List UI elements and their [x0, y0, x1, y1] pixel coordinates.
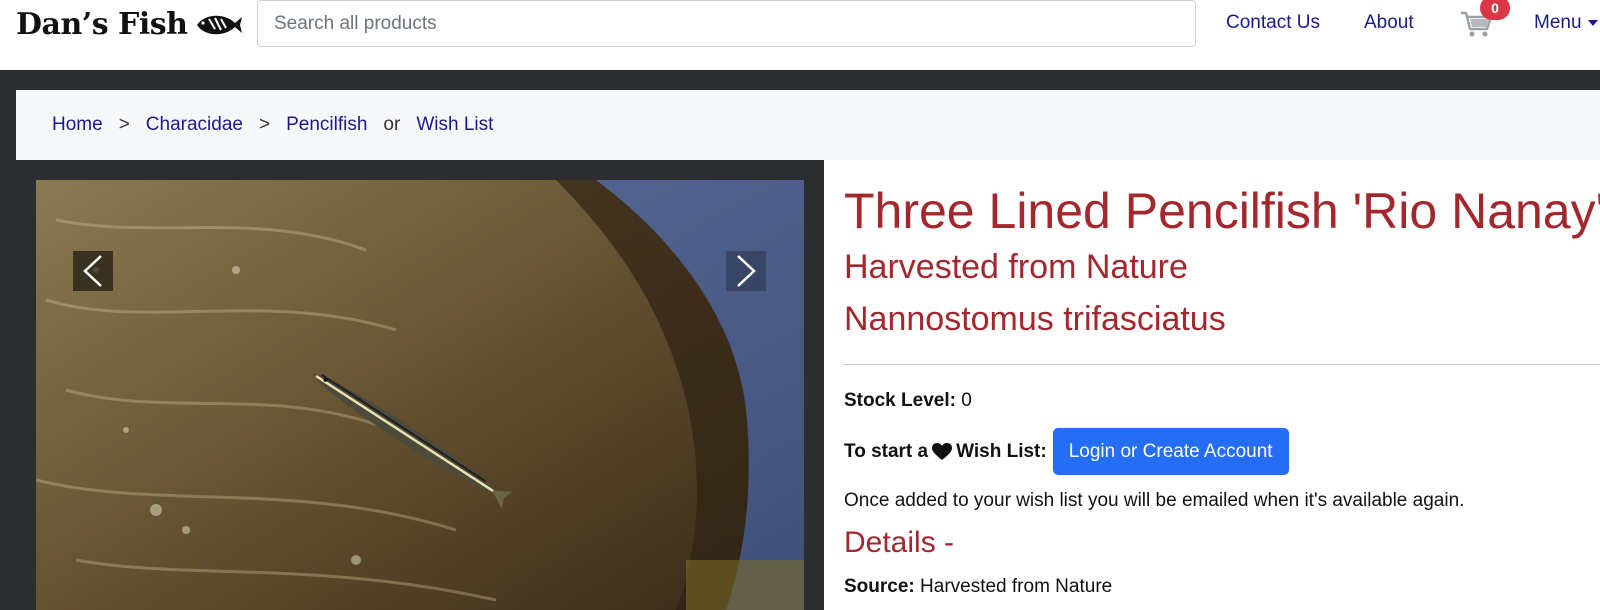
breadcrumb-wishlist[interactable]: Wish List — [416, 114, 493, 136]
carousel-next-button[interactable] — [726, 251, 766, 291]
chevron-left-icon — [83, 255, 102, 287]
breadcrumb-characidae[interactable]: Characidae — [146, 114, 243, 136]
chevron-right-icon — [737, 255, 756, 287]
breadcrumb-separator: > — [118, 114, 130, 135]
menu-label: Menu — [1534, 12, 1582, 33]
search-input[interactable] — [257, 0, 1196, 47]
breadcrumb-pencilfish[interactable]: Pencilfish — [286, 114, 367, 136]
breadcrumb-or-text: or — [383, 114, 401, 135]
brand-logo[interactable]: Dan’s Fish — [16, 4, 243, 44]
wishlist-row: To start a Wish List: Login or Create Ac… — [844, 428, 1289, 475]
wish-prefix: To start a — [844, 440, 929, 462]
heart-icon — [932, 442, 953, 460]
product-title: Three Lined Pencilfish 'Rio Nanay' — [844, 183, 1600, 239]
breadcrumb-separator: > — [258, 114, 271, 135]
breadcrumb: Home > Characidae > Pencilfish or Wish L… — [52, 114, 493, 136]
nav-menu-dropdown[interactable]: Menu — [1534, 12, 1598, 34]
source-value: Harvested from Nature — [920, 576, 1113, 597]
divider — [844, 364, 1600, 365]
product-details-panel: Three Lined Pencilfish 'Rio Nanay' Harve… — [824, 160, 1600, 610]
stock-label: Stock Level: — [844, 390, 956, 411]
carousel-prev-button[interactable] — [73, 251, 113, 291]
breadcrumb-home[interactable]: Home — [52, 114, 103, 136]
nav-contact-link[interactable]: Contact Us — [1226, 12, 1320, 34]
breadcrumb-panel: Home > Characidae > Pencilfish or Wish L… — [16, 90, 1600, 160]
brand-name: Dan’s Fish — [16, 6, 188, 42]
fish-logo-icon — [197, 15, 243, 35]
details-heading: Details - — [844, 526, 955, 559]
top-navbar: Dan’s Fish Contact Us About 0 Menu — [0, 0, 1600, 70]
product-origin: Harvested from Nature — [844, 248, 1188, 286]
caret-down-icon — [1587, 19, 1598, 26]
product-scientific-name: Nannostomus trifasciatus — [844, 300, 1226, 338]
source-label: Source: — [844, 576, 915, 597]
source-line: Source: Harvested from Nature — [844, 576, 1112, 598]
product-photo — [36, 180, 804, 610]
login-create-account-button[interactable]: Login or Create Account — [1052, 428, 1289, 475]
cart-count-badge: 0 — [1480, 0, 1510, 20]
stock-value: 0 — [961, 390, 972, 411]
nav-about-link[interactable]: About — [1364, 12, 1414, 34]
wishlist-note: Once added to your wish list you will be… — [844, 490, 1465, 511]
stock-level: Stock Level: 0 — [844, 390, 972, 412]
wish-suffix: Wish List: — [956, 440, 1047, 462]
product-image-carousel[interactable] — [36, 180, 804, 610]
